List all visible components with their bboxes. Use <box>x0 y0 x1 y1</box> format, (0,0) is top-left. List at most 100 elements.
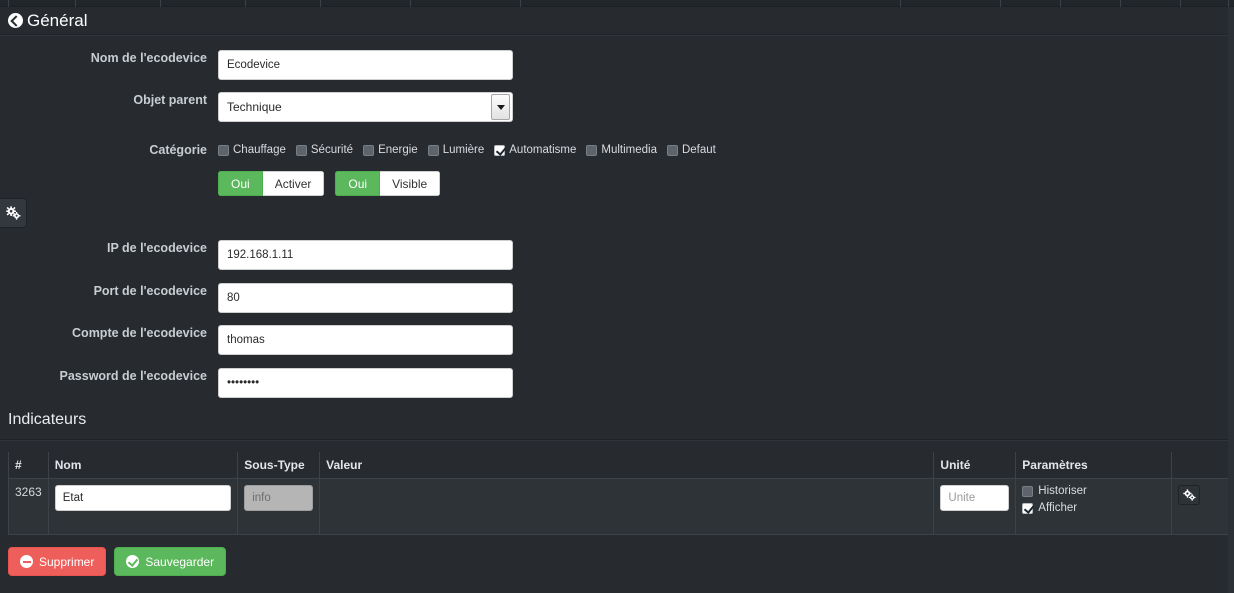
top-nav-divider <box>320 0 321 7</box>
indicator-subtype-input <box>244 485 314 511</box>
checkbox-box[interactable] <box>1022 485 1034 497</box>
checkbox-box[interactable] <box>1022 502 1034 514</box>
category-checkbox-2[interactable]: Energie <box>363 144 418 156</box>
checkbox-label: Historiser <box>1038 485 1087 497</box>
parent-object-select[interactable]: Technique <box>218 92 513 122</box>
column-header-parametres: Paramètres <box>1015 452 1173 479</box>
column-header-id: # <box>8 452 49 479</box>
top-nav-divider <box>160 0 161 7</box>
label-ecodevice-password: Password de l'ecodevice <box>59 369 208 383</box>
toggle-on-option[interactable]: Oui <box>335 171 381 196</box>
checkbox-label: Chauffage <box>233 144 286 156</box>
cell-valeur <box>319 478 935 535</box>
column-header-valeur: Valeur <box>319 452 935 479</box>
indicators-section-title: Indicateurs <box>8 411 87 428</box>
top-nav-divider <box>1228 0 1229 7</box>
checkbox-box[interactable] <box>218 144 229 156</box>
checkbox-box[interactable] <box>666 144 678 156</box>
checkbox-label: Afficher <box>1038 502 1078 514</box>
delete-button[interactable]: Supprimer <box>8 547 107 576</box>
page-header: Général <box>0 7 1234 34</box>
indicators-table: # Nom Sous-Type Valeur Unité Paramètres … <box>8 452 1234 535</box>
checkbox-box[interactable] <box>295 144 307 156</box>
ecodevice-password-input[interactable] <box>218 368 513 398</box>
indicator-name-input[interactable] <box>54 485 232 511</box>
top-nav-divider <box>1180 0 1181 7</box>
page-title: Général <box>8 11 87 31</box>
column-header-unite: Unité <box>933 452 1017 479</box>
category-checkbox-4[interactable]: Automatisme <box>494 144 576 156</box>
checkbox-label: Defaut <box>681 144 716 156</box>
top-nav-divider <box>245 0 246 7</box>
header-divider <box>0 34 1234 36</box>
label-parent-object: Objet parent <box>133 93 207 107</box>
toggle-group-1[interactable]: Oui Visible <box>335 171 441 196</box>
label-ecodevice-account: Compte de l'ecodevice <box>72 326 207 340</box>
category-checkbox-0[interactable]: Chauffage <box>218 144 286 156</box>
parent-object-selected-value: Technique <box>227 100 282 114</box>
back-arrow-circle-icon[interactable] <box>8 13 23 28</box>
action-button-bar: Supprimer Sauvegarder <box>8 547 227 576</box>
top-nav-divider <box>1120 0 1121 7</box>
top-nav-divider <box>520 0 521 7</box>
cell-actions <box>1171 478 1234 535</box>
checkbox-box[interactable] <box>363 144 375 156</box>
column-header-actions <box>1171 452 1234 479</box>
indicator-unit-input[interactable] <box>940 485 1010 511</box>
param-checkbox-0[interactable]: Historiser <box>1022 485 1165 497</box>
cell-id: 3263 <box>8 478 49 535</box>
checkbox-box[interactable] <box>427 144 439 156</box>
ecodevice-ip-input[interactable] <box>218 240 513 270</box>
toggle-on-option[interactable]: Oui <box>218 171 263 196</box>
indicators-divider <box>0 439 1234 441</box>
page-title-text: Général <box>27 11 88 30</box>
param-checkbox-1[interactable]: Afficher <box>1022 502 1165 514</box>
category-checkbox-group: Chauffage Sécurité Energie Lumière Automatis… <box>218 142 716 158</box>
category-checkbox-6[interactable]: Defaut <box>666 144 716 156</box>
table-row: 3263 Historiser Afficher <box>8 478 1234 535</box>
chevron-down-icon[interactable] <box>491 94 510 120</box>
cell-parametres: Historiser Afficher <box>1015 478 1173 535</box>
minus-circle-icon <box>20 555 33 568</box>
top-nav-divider <box>8 0 9 7</box>
save-button[interactable]: Sauvegarder <box>114 547 227 576</box>
top-nav-divider <box>1000 0 1001 7</box>
toggle-group-0[interactable]: Oui Activer <box>218 171 325 196</box>
cell-unite <box>933 478 1017 535</box>
toggle-off-option[interactable]: Visible <box>380 171 441 196</box>
column-header-nom: Nom <box>47 452 239 479</box>
row-config-button[interactable] <box>1178 485 1201 505</box>
ecodevice-name-input[interactable] <box>218 50 513 80</box>
category-checkbox-1[interactable]: Sécurité <box>295 144 354 156</box>
cell-nom <box>47 478 239 535</box>
page-right-edge <box>1228 7 1234 593</box>
top-nav-divider <box>410 0 411 7</box>
label-ecodevice-ip: IP de l'ecodevice <box>106 241 207 255</box>
ecodevice-port-input[interactable] <box>218 283 513 313</box>
ecodevice-account-input[interactable] <box>218 325 513 355</box>
checkbox-label: Sécurité <box>310 144 354 156</box>
category-checkbox-3[interactable]: Lumière <box>427 144 485 156</box>
top-nav-divider <box>1060 0 1061 7</box>
top-nav-divider <box>75 0 76 7</box>
side-config-tab[interactable] <box>0 198 27 228</box>
label-category: Catégorie <box>149 143 207 157</box>
checkbox-box[interactable] <box>586 144 598 156</box>
label-ecodevice-name: Nom de l'ecodevice <box>90 51 207 65</box>
toggle-off-option[interactable]: Activer <box>262 171 325 196</box>
top-navigation-strip[interactable] <box>0 0 1234 7</box>
checkbox-box[interactable] <box>494 144 506 156</box>
checkbox-label: Multimedia <box>601 144 657 156</box>
column-header-soustype: Sous-Type <box>237 452 321 479</box>
cell-soustype <box>237 478 321 535</box>
category-checkbox-5[interactable]: Multimedia <box>586 144 657 156</box>
checkbox-label: Energie <box>378 144 418 156</box>
checkbox-label: Automatisme <box>509 144 577 156</box>
check-circle-icon <box>126 555 140 568</box>
table-body: 3263 Historiser Afficher <box>8 478 1234 535</box>
label-ecodevice-port: Port de l'ecodevice <box>93 284 207 298</box>
table-header-row: # Nom Sous-Type Valeur Unité Paramètres <box>8 452 1234 479</box>
checkbox-label: Lumière <box>442 144 485 156</box>
top-nav-divider <box>900 0 901 7</box>
toggle-group-container: Oui Activer Oui Visible <box>218 171 451 196</box>
